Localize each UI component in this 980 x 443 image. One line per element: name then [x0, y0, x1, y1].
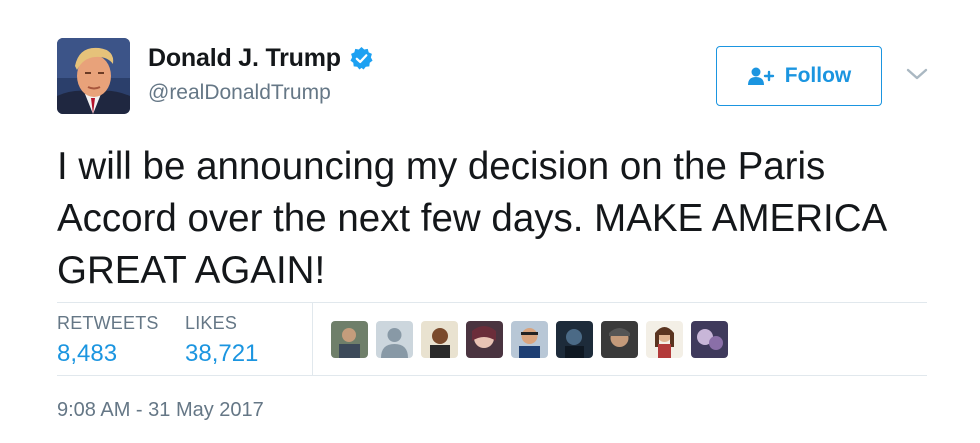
- retweets-stat[interactable]: RETWEETS 8,483: [57, 313, 159, 368]
- chevron-down-icon[interactable]: [905, 66, 929, 82]
- stats-separator: [312, 302, 313, 376]
- tweet-text: I will be announcing my decision on the …: [57, 145, 886, 292]
- likes-count[interactable]: 38,721: [185, 340, 258, 368]
- follow-button[interactable]: Follow: [716, 46, 882, 106]
- liker-avatar-8[interactable]: [646, 321, 683, 358]
- likes-stat[interactable]: LIKES 38,721: [185, 313, 258, 368]
- display-name[interactable]: Donald J. Trump: [148, 44, 341, 73]
- liker-avatars: [331, 321, 736, 358]
- liker-avatar-7[interactable]: [601, 321, 638, 358]
- liker-avatar-5[interactable]: [511, 321, 548, 358]
- user-name-row[interactable]: Donald J. Trump: [148, 44, 374, 73]
- tweet-timestamp[interactable]: 9:08 AM - 31 May 2017: [57, 399, 264, 422]
- verified-badge-icon: [349, 46, 374, 71]
- liker-avatar-1[interactable]: [331, 321, 368, 358]
- stats-bottom-divider: [57, 375, 927, 376]
- retweets-label: RETWEETS: [57, 313, 159, 333]
- likes-label: LIKES: [185, 313, 238, 333]
- profile-avatar[interactable]: [57, 38, 130, 114]
- liker-avatar-2[interactable]: [376, 321, 413, 358]
- liker-avatar-6[interactable]: [556, 321, 593, 358]
- liker-avatar-9[interactable]: [691, 321, 728, 358]
- follow-button-label: Follow: [784, 64, 852, 87]
- retweets-count[interactable]: 8,483: [57, 340, 159, 368]
- liker-avatar-3[interactable]: [421, 321, 458, 358]
- user-handle[interactable]: @realDonaldTrump: [148, 81, 331, 105]
- liker-avatar-4[interactable]: [466, 321, 503, 358]
- follow-user-icon: [747, 66, 775, 86]
- stats-top-divider: [57, 302, 927, 303]
